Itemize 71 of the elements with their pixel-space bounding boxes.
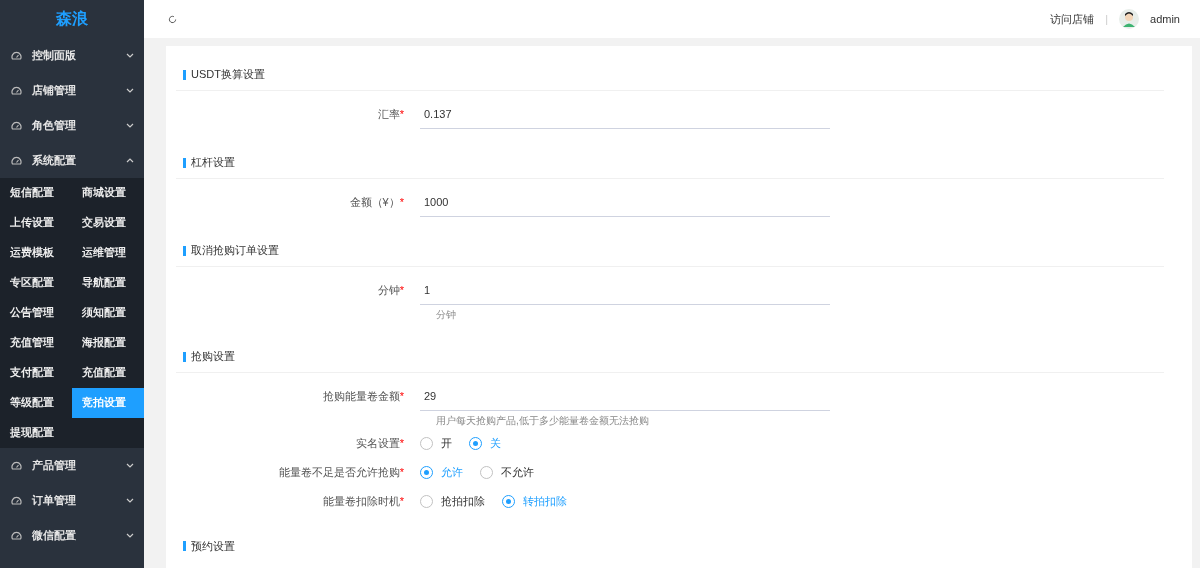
submenu-item[interactable]: 运费模板 bbox=[0, 238, 72, 268]
field-label: 能量卷扣除时机* bbox=[321, 494, 405, 510]
submenu-item[interactable]: 上传设置 bbox=[0, 208, 72, 238]
sidebar-menu-item[interactable]: 产品管理 bbox=[0, 448, 144, 483]
section-title: 抢购设置 bbox=[191, 349, 235, 365]
chevron-up-icon bbox=[126, 158, 134, 163]
dashboard-icon bbox=[11, 156, 22, 165]
submenu-item[interactable]: 短信配置 bbox=[0, 178, 72, 208]
section-title: 取消抢购订单设置 bbox=[191, 243, 279, 259]
hint-text: 用户每天抢购产品,低于多少能量卷金额无法抢购 bbox=[436, 413, 650, 428]
submenu-item[interactable]: 等级配置 bbox=[0, 388, 72, 418]
field-label: 抢购能量卷金额* bbox=[321, 388, 405, 404]
sidebar-menu-item[interactable]: 系统配置 bbox=[0, 143, 144, 178]
submenu-item[interactable]: 交易设置 bbox=[72, 208, 144, 238]
avatar-icon[interactable] bbox=[1119, 9, 1140, 29]
dashboard-icon bbox=[11, 86, 22, 95]
radio-button[interactable] bbox=[469, 437, 482, 450]
dashboard-icon bbox=[11, 496, 22, 505]
hint-text: 分钟 bbox=[436, 307, 457, 322]
section-marker bbox=[183, 541, 186, 551]
section-title: 杠杆设置 bbox=[191, 155, 235, 171]
submenu-item[interactable]: 海报配置 bbox=[72, 328, 144, 358]
submenu-item[interactable]: 须知配置 bbox=[72, 298, 144, 328]
radio-label[interactable]: 开 bbox=[441, 435, 452, 452]
submenu-item[interactable]: 专区配置 bbox=[0, 268, 72, 298]
separator-text: | bbox=[1105, 11, 1109, 27]
field-label: 能量卷不足是否允许抢购* bbox=[277, 465, 405, 481]
section-marker bbox=[183, 69, 186, 80]
submenu-item[interactable]: 提现配置 bbox=[0, 418, 72, 448]
visit-store-link[interactable]: 访问店铺 bbox=[1050, 10, 1095, 28]
sidebar-menu-item[interactable]: 微信配置 bbox=[0, 518, 144, 553]
chevron-down-icon bbox=[126, 88, 134, 93]
refresh-icon[interactable] bbox=[168, 14, 177, 24]
section-marker bbox=[183, 245, 186, 256]
submenu-item[interactable]: 导航配置 bbox=[72, 268, 144, 298]
radio-button[interactable] bbox=[502, 495, 515, 508]
radio-label[interactable]: 抢拍扣除 bbox=[441, 493, 485, 510]
radio-button[interactable] bbox=[420, 466, 433, 479]
dashboard-icon bbox=[11, 531, 22, 540]
sidebar-menu-item[interactable]: 订单管理 bbox=[0, 483, 144, 518]
radio-button[interactable] bbox=[480, 466, 493, 479]
field-label: 汇率* bbox=[376, 106, 405, 122]
logo-text: 森浪 bbox=[55, 9, 89, 29]
submenu-item[interactable]: 公告管理 bbox=[0, 298, 72, 328]
field-label: 分钟* bbox=[376, 282, 405, 298]
chevron-down-icon bbox=[126, 498, 134, 503]
submenu-item[interactable]: 支付配置 bbox=[0, 358, 72, 388]
submenu-item[interactable]: 运维管理 bbox=[72, 238, 144, 268]
submenu-item[interactable]: 商城设置 bbox=[72, 178, 144, 208]
dashboard-icon bbox=[11, 51, 22, 60]
field-label: 实名设置* bbox=[354, 436, 405, 452]
radio-button[interactable] bbox=[420, 495, 433, 508]
section-marker bbox=[183, 157, 186, 168]
dashboard-icon bbox=[11, 461, 22, 470]
sidebar-menu-item[interactable]: 控制面版 bbox=[0, 38, 144, 73]
chevron-down-icon bbox=[126, 463, 134, 468]
submenu-item[interactable]: 充值配置 bbox=[72, 358, 144, 388]
user-name[interactable]: admin bbox=[1150, 10, 1180, 28]
radio-label[interactable]: 不允许 bbox=[501, 464, 534, 481]
section-title: USDT换算设置 bbox=[191, 67, 265, 83]
dashboard-icon bbox=[11, 121, 22, 130]
submenu-item[interactable]: 充值管理 bbox=[0, 328, 72, 358]
radio-button[interactable] bbox=[420, 437, 433, 450]
section-marker bbox=[183, 351, 186, 362]
sidebar-menu-item[interactable]: 店铺管理 bbox=[0, 73, 144, 108]
chevron-down-icon bbox=[126, 123, 134, 128]
chevron-down-icon bbox=[126, 533, 134, 538]
field-label: 金额（¥）* bbox=[348, 194, 405, 210]
chevron-down-icon bbox=[126, 53, 134, 58]
sidebar-menu-item[interactable]: 角色管理 bbox=[0, 108, 144, 143]
section-title: 预约设置 bbox=[191, 538, 235, 554]
